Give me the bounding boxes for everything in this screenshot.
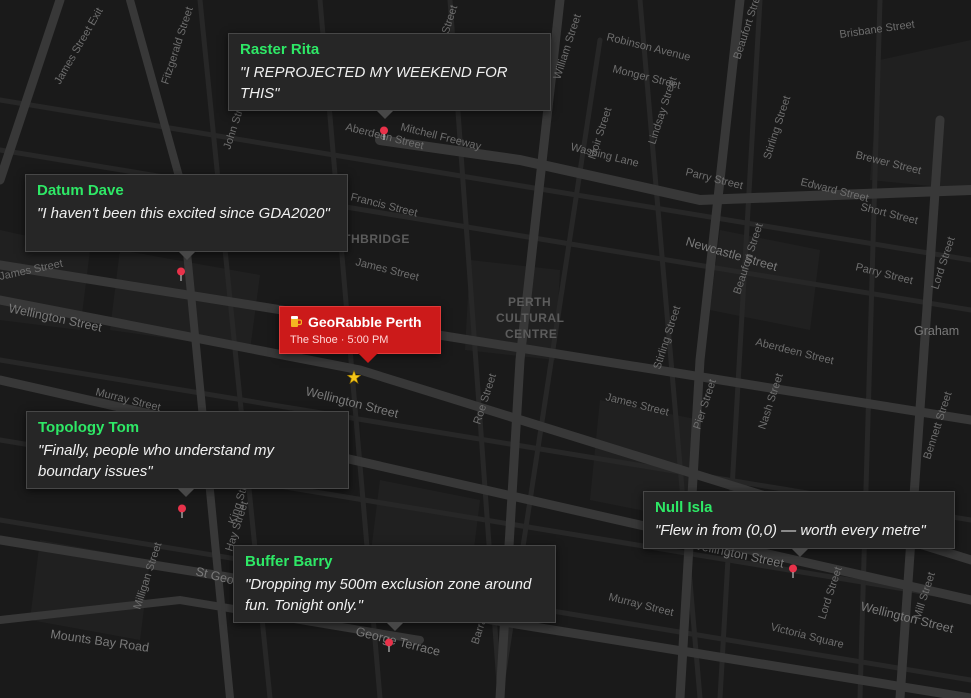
attendee-quote: "I haven't been this excited since GDA20… [37,205,330,222]
attendee-quote: "Flew in from (0,0) — worth every metre" [655,522,926,539]
attendee-quote: "Dropping my 500m exclusion zone around … [245,576,532,614]
attendee-pin-datum-dave[interactable] [176,267,186,281]
event-title-row: GeoRabble Perth [290,314,430,330]
beer-mug-icon [291,316,302,327]
district-perth: PERTH [508,295,551,309]
district-cultural: CULTURAL [496,311,564,325]
attendee-popup-datum-dave[interactable]: Datum Dave "I haven't been this excited … [25,174,348,260]
attendee-popup-null-isla[interactable]: Null Isla "Flew in from (0,0) — worth ev… [643,491,955,557]
event-star-icon[interactable] [347,370,361,384]
street-label: Graham [914,324,959,338]
attendee-quote: "Finally, people who understand my bound… [38,442,275,480]
attendee-name: Raster Rita [240,41,320,58]
attendee-name: Topology Tom [38,419,140,436]
attendee-popup-topology-tom[interactable]: Topology Tom "Finally, people who unders… [26,411,349,497]
attendee-quote: "I REPROJECTED MY WEEKEND FOR THIS" [240,64,508,102]
attendee-name: Null Isla [655,499,713,516]
event-subtitle: The Shoe · 5:00 PM [290,334,389,346]
attendee-pin-buffer-barry[interactable] [384,638,394,652]
attendee-pin-topology-tom[interactable] [177,504,187,518]
attendee-name: Datum Dave [37,182,124,199]
attendee-popup-raster-rita[interactable]: Raster Rita "I REPROJECTED MY WEEKEND FO… [228,33,551,119]
attendee-popup-buffer-barry[interactable]: Buffer Barry "Dropping my 500m exclusion… [233,545,556,631]
event-popup[interactable]: GeoRabble Perth The Shoe · 5:00 PM [279,306,441,363]
event-title: GeoRabble Perth [308,314,422,330]
district-centre: CENTRE [505,327,557,341]
attendee-pin-null-isla[interactable] [788,564,798,578]
attendee-pin-raster-rita[interactable] [379,126,389,140]
attendee-name: Buffer Barry [245,553,333,570]
